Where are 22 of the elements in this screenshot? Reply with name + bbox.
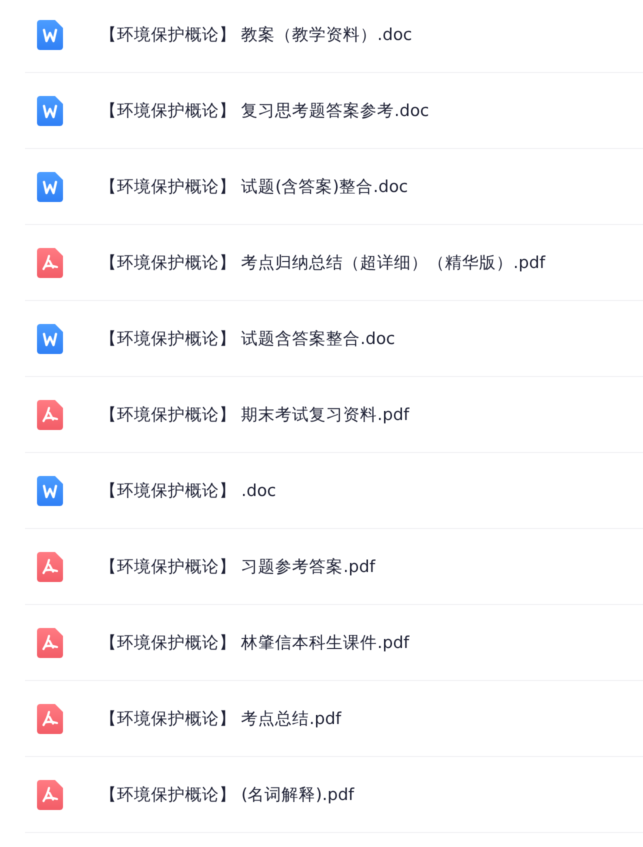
pdf-document-icon [37,552,63,582]
file-name[interactable]: 【环境保护概论】 考点归纳总结（超详细）（精华版）.pdf [100,252,546,274]
pdf-document-icon [37,248,63,278]
pdf-document-icon [37,704,63,734]
pdf-document-icon [37,780,63,810]
file-name[interactable]: 【环境保护概论】 林肇信本科生课件.pdf [100,632,410,654]
file-name[interactable]: 【环境保护概论】 试题含答案整合.doc [100,328,396,350]
file-name[interactable]: 【环境保护概论】 .doc [100,480,276,502]
word-document-icon [37,476,63,506]
file-name[interactable]: 【环境保护概论】 复习思考题答案参考.doc [100,100,430,122]
file-name[interactable]: 【环境保护概论】 习题参考答案.pdf [100,556,376,578]
file-name[interactable]: 【环境保护概论】 教案（教学资料）.doc [100,24,412,46]
file-name[interactable]: 【环境保护概论】 (名词解释).pdf [100,784,354,806]
file-name[interactable]: 【环境保护概论】 考点总结.pdf [100,708,342,730]
pdf-document-icon [37,628,63,658]
word-document-icon [37,324,63,354]
pdf-document-icon [37,400,63,430]
word-document-icon [37,96,63,126]
file-name[interactable]: 【环境保护概论】 期末考试复习资料.pdf [100,404,410,426]
word-document-icon [37,20,63,50]
file-name[interactable]: 【环境保护概论】 试题(含答案)整合.doc [100,176,408,198]
word-document-icon [37,172,63,202]
